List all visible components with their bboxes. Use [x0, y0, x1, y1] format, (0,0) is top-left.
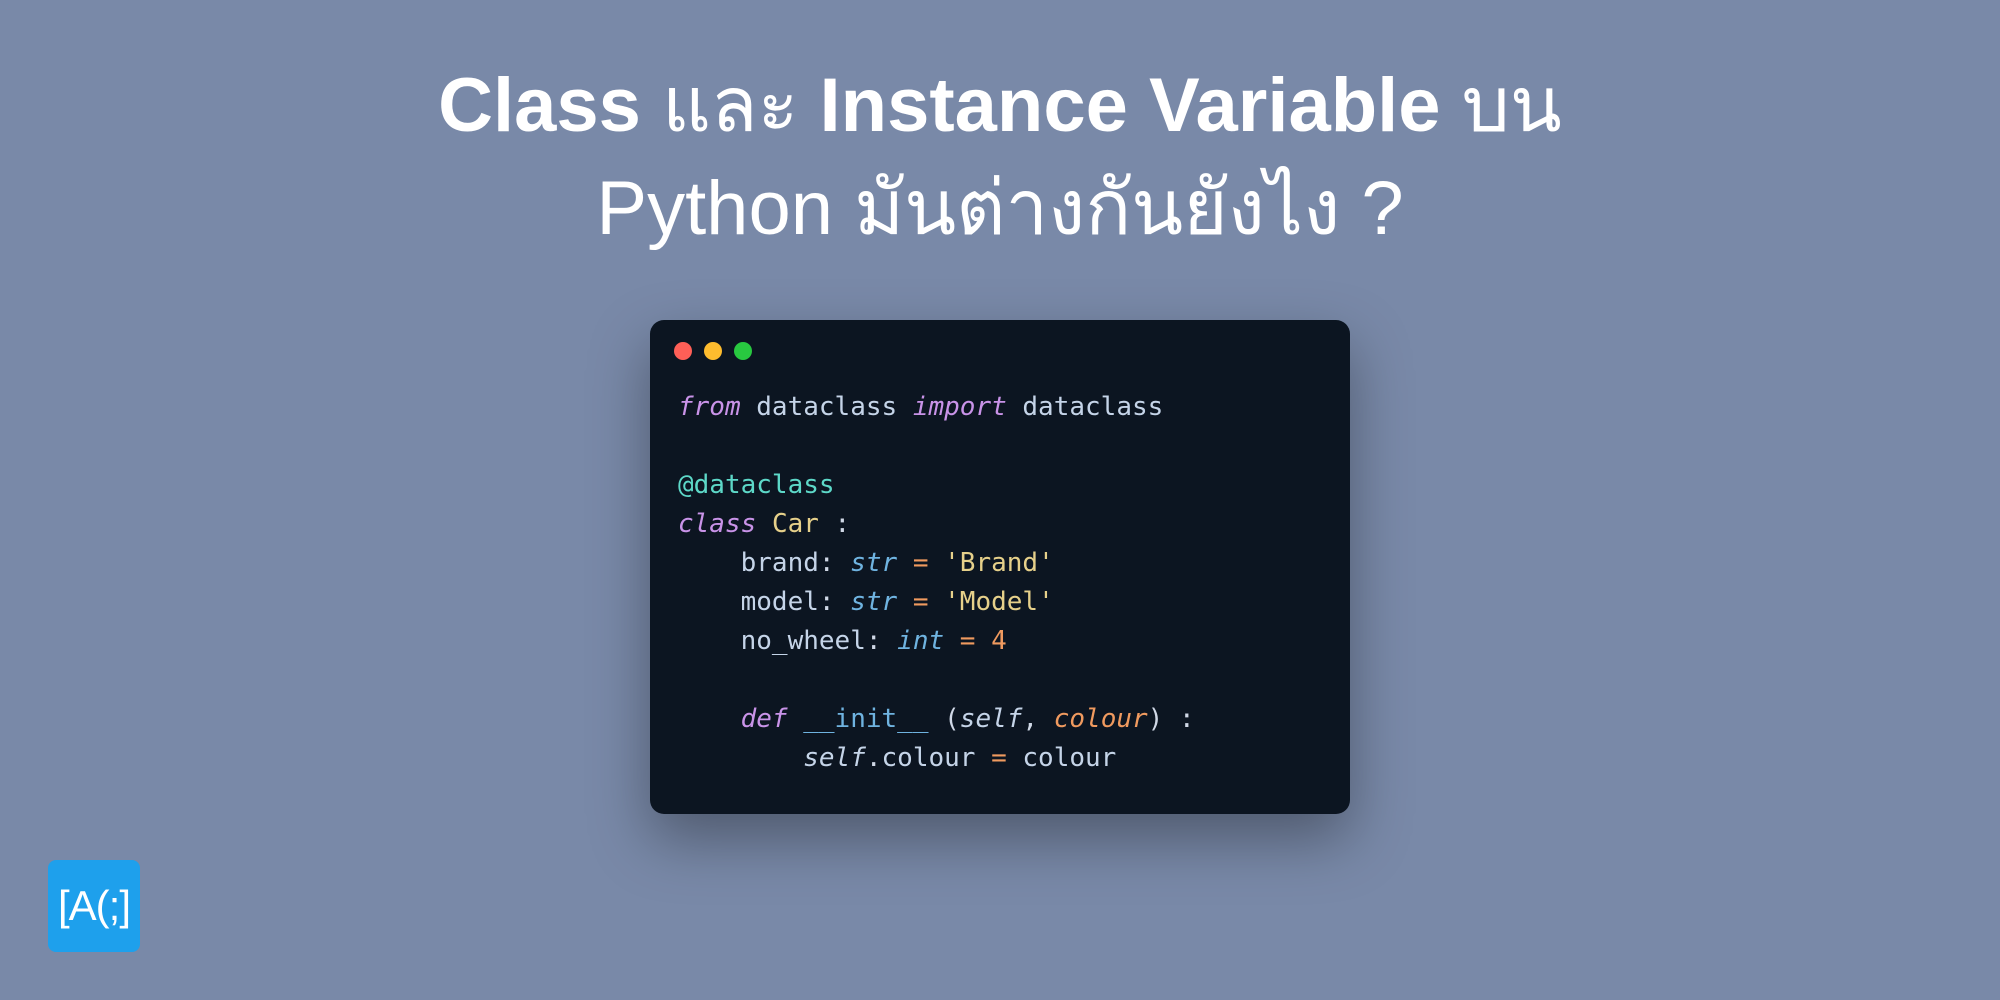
paren-close: ) : [1148, 704, 1195, 734]
self-1: self [960, 704, 1023, 734]
eq-1: = [913, 548, 929, 578]
eq-3: = [960, 626, 976, 656]
dot-1: . [866, 743, 882, 773]
colon-4: : [866, 626, 882, 656]
brand-logo: [A(;] [48, 860, 140, 952]
title-line-2: Python มันต่างกันยังไง ? [596, 166, 1403, 251]
maximize-icon [734, 342, 752, 360]
eq-2: = [913, 587, 929, 617]
attr-colour: colour [882, 743, 976, 773]
title-text-1: และ [641, 63, 820, 148]
class-name: Car [772, 509, 819, 539]
kw-def: def [741, 704, 788, 734]
colon-1: : [819, 509, 850, 539]
paren-open: ( [928, 704, 959, 734]
close-icon [674, 342, 692, 360]
kw-class: class [678, 509, 756, 539]
comma-1: , [1022, 704, 1053, 734]
str-brand: 'Brand' [944, 548, 1054, 578]
type-str-1: str [850, 548, 897, 578]
str-model: 'Model' [944, 587, 1054, 617]
module-2: dataclass [1022, 392, 1163, 422]
colon-2: : [819, 548, 835, 578]
type-int: int [897, 626, 944, 656]
attr-model: model [741, 587, 819, 617]
fn-init: __init__ [803, 704, 928, 734]
code-block: from dataclass import dataclass @datacla… [650, 370, 1350, 814]
eq-4: = [975, 743, 1022, 773]
val-colour: colour [1022, 743, 1116, 773]
title-text-2: บน [1441, 63, 1562, 148]
code-window: from dataclass import dataclass @datacla… [650, 320, 1350, 814]
window-titlebar [650, 320, 1350, 370]
attr-wheel: no_wheel [741, 626, 866, 656]
kw-import: import [913, 392, 1007, 422]
colon-3: : [819, 587, 835, 617]
logo-text: [A(;] [58, 882, 130, 930]
title-bold-2: Instance Variable [820, 63, 1441, 148]
type-str-2: str [850, 587, 897, 617]
param-colour: colour [1054, 704, 1148, 734]
kw-from: from [678, 392, 741, 422]
attr-brand: brand [741, 548, 819, 578]
decorator: @dataclass [678, 470, 835, 500]
title-bold-1: Class [438, 63, 641, 148]
num-4: 4 [991, 626, 1007, 656]
page-title: Class และ Instance Variable บน Python มั… [0, 0, 2000, 260]
self-2: self [803, 743, 866, 773]
module-1: dataclass [756, 392, 897, 422]
minimize-icon [704, 342, 722, 360]
